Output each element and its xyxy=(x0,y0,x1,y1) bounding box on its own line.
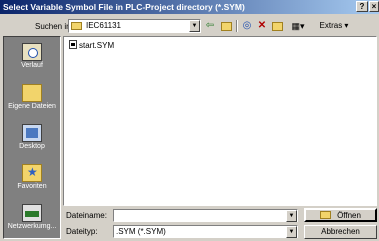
file-name: start.SYM xyxy=(79,41,115,50)
window-title: Select Variable Symbol File in PLC-Proje… xyxy=(3,2,245,12)
filename-label: Dateiname: xyxy=(66,211,107,220)
chevron-down-icon[interactable]: ▼ xyxy=(189,20,200,32)
chevron-down-icon[interactable]: ▼ xyxy=(286,226,297,238)
delete-icon[interactable]: ✕ xyxy=(256,19,268,33)
view-menu-icon[interactable]: ▦▾ xyxy=(288,19,308,33)
filetype-select[interactable]: .SYM (*.SYM) ▼ xyxy=(113,225,298,238)
place-label: Eigene Dateien xyxy=(8,103,56,110)
help-button[interactable]: ? xyxy=(356,1,368,12)
desktop-icon xyxy=(22,124,42,142)
look-in-value: IEC61131 xyxy=(86,21,121,30)
cancel-button[interactable]: Abbrechen xyxy=(304,225,377,239)
chevron-down-icon[interactable]: ▼ xyxy=(286,210,297,222)
history-icon xyxy=(22,43,42,61)
filename-input[interactable]: ▼ xyxy=(113,209,298,222)
place-favorites[interactable]: Favoriten xyxy=(4,164,60,190)
place-desktop[interactable]: Desktop xyxy=(4,124,60,150)
my-documents-icon xyxy=(22,84,42,102)
back-arrow-icon[interactable]: ⇦ xyxy=(203,19,217,33)
close-button[interactable]: × xyxy=(369,1,379,12)
search-web-icon[interactable]: ◎ xyxy=(240,19,254,33)
open-folder-icon xyxy=(320,211,332,219)
list-item[interactable]: start.SYM xyxy=(69,40,114,50)
new-folder-icon[interactable] xyxy=(270,19,284,33)
extras-menu[interactable]: Extras ▾ xyxy=(311,19,357,33)
title-bar: Select Variable Symbol File in PLC-Proje… xyxy=(0,0,379,14)
filetype-label: Dateityp: xyxy=(66,227,98,236)
place-label: Netzwerkumg... xyxy=(7,223,57,230)
file-icon xyxy=(69,40,77,49)
place-label: Favoriten xyxy=(17,183,47,190)
place-network[interactable]: Netzwerkumg... xyxy=(4,204,60,230)
file-list[interactable]: start.SYM xyxy=(63,36,377,206)
up-folder-icon[interactable] xyxy=(219,19,233,33)
open-button[interactable]: Öffnen xyxy=(304,208,377,222)
open-button-label: Öffnen xyxy=(337,211,361,220)
place-my-documents[interactable]: Eigene Dateien xyxy=(4,84,60,110)
place-history[interactable]: Verlauf xyxy=(4,43,60,69)
filetype-value: .SYM (*.SYM) xyxy=(116,227,166,236)
folder-icon xyxy=(71,22,82,30)
place-label: Desktop xyxy=(19,143,45,150)
places-bar: Verlauf Eigene Dateien Desktop Favoriten… xyxy=(3,36,61,239)
toolbar-separator xyxy=(236,20,238,32)
favorites-icon xyxy=(22,164,42,182)
place-label: Verlauf xyxy=(21,62,43,69)
network-icon xyxy=(22,204,42,222)
look-in-dropdown[interactable]: IEC61131 ▼ xyxy=(68,19,201,33)
